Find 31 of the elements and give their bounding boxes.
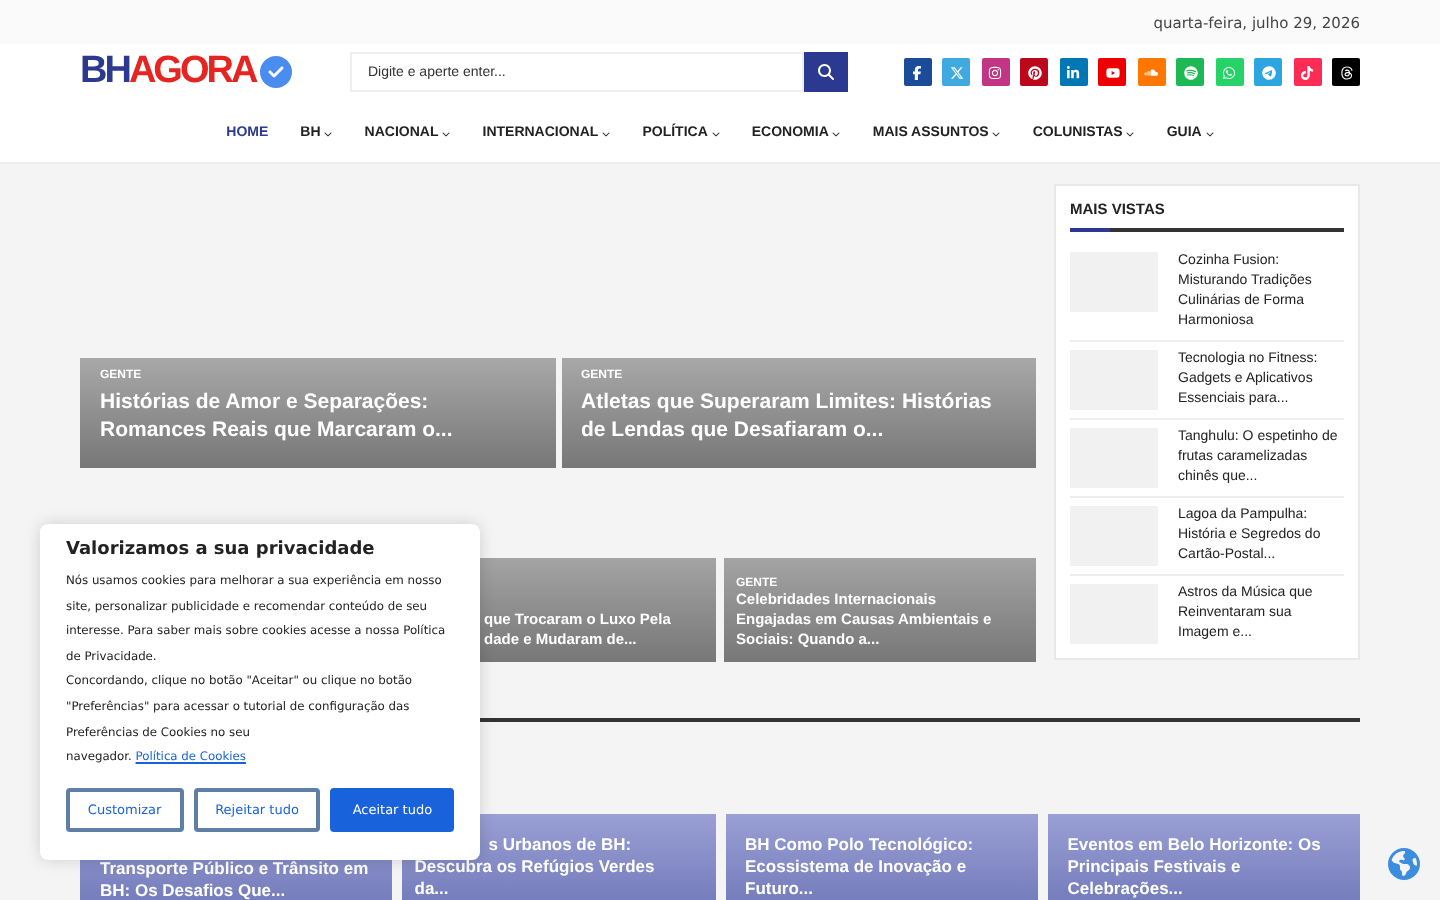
dialog-title: Valorizamos a sua privacidade — [66, 540, 377, 560]
instagram-icon[interactable] — [981, 58, 1009, 86]
article-title-line: Ecossistema de Inovação e — [745, 855, 969, 877]
search-icon — [818, 64, 834, 80]
threads-icon[interactable] — [1332, 58, 1360, 86]
article-card[interactable]: BH Como Polo Tecnológico: Ecossistema de Inovação e Futuro... — [725, 813, 1038, 900]
telegram-icon[interactable] — [1254, 58, 1282, 86]
article-title-line: Transporte Público e Trânsito em — [100, 857, 371, 879]
article-title-line: BH Como Polo Tecnológico: — [745, 833, 976, 855]
search-button[interactable] — [804, 52, 848, 92]
soundcloud-icon[interactable] — [1137, 58, 1165, 86]
article-title-line: s Urbanos de BH: — [488, 833, 634, 855]
article-title-line: da... — [414, 877, 451, 899]
article-title-line: Descubra os Refúgios Verdes — [414, 855, 657, 877]
article-title: Atletas que Superaram Limites: Histórias de Lendas que Desafiaram o... — [581, 388, 994, 444]
youtube-icon[interactable] — [1098, 58, 1126, 86]
globe-icon[interactable] — [1388, 848, 1420, 880]
site-logo[interactable]: BHAGORA — [80, 50, 350, 94]
linkedin-icon[interactable] — [1059, 58, 1087, 86]
pinterest-icon[interactable] — [1020, 58, 1048, 86]
spotify-icon[interactable] — [1176, 58, 1204, 86]
tiktok-icon[interactable] — [1293, 58, 1321, 86]
facebook-icon[interactable] — [903, 58, 931, 86]
article-title-line: Eventos em Belo Horizonte: Os — [1067, 833, 1323, 855]
article-card[interactable]: Eventos em Belo Horizonte: Os Principais Festivais e Celebrações... — [1047, 813, 1360, 900]
article-title: Histórias de Amor e Separações: Romances Reais que Marcaram o... — [100, 388, 455, 444]
article-title-line: Celebrações... — [1067, 877, 1185, 899]
article-title-line: BH: Os Desafios Que... — [100, 879, 288, 900]
article-title-line: Futuro... — [745, 877, 815, 899]
x-icon[interactable] — [942, 58, 970, 86]
article-title-line: Principais Festivais e — [1067, 855, 1243, 877]
